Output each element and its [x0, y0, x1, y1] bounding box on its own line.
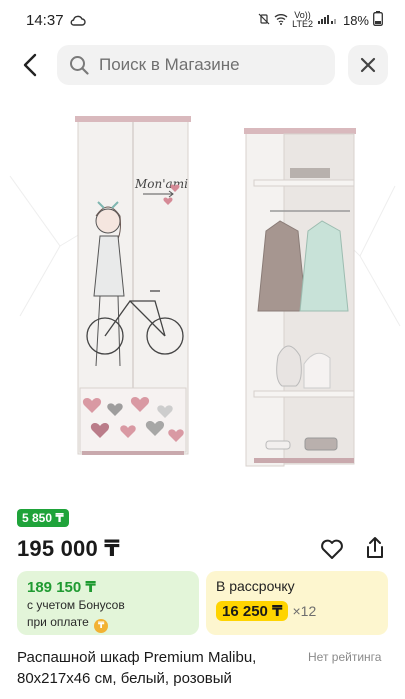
coin-icon: ₸: [94, 618, 109, 633]
wardrobe-closed: Mon'ami: [75, 116, 191, 455]
installment-title: В рассрочку: [216, 578, 295, 594]
product-title-line1: Распашной шкаф Premium Malibu,: [17, 649, 257, 666]
product-price: 195 000 ₸: [17, 536, 120, 561]
installment-row: 16 250 ₸ ×12: [216, 601, 378, 621]
signal-icon: [317, 13, 337, 28]
product-title-line2: 80x217x46 см, белый, розовый: [17, 670, 232, 687]
share-button[interactable]: [361, 533, 389, 563]
bonus-price: 189 150 ₸: [27, 579, 96, 596]
status-icons: Vo)) LTE2 18%: [258, 11, 383, 29]
rating-text[interactable]: Нет рейтинга: [308, 650, 381, 664]
network-label: Vo)) LTE2: [292, 11, 313, 29]
bonus-note-line2: при оплате: [27, 615, 89, 629]
close-button[interactable]: [348, 45, 388, 85]
installment-card[interactable]: В рассрочку 16 250 ₸ ×12: [206, 571, 388, 635]
bonus-price-card[interactable]: 189 150 ₸ с учетом Бонусов при оплате ₸: [17, 571, 199, 635]
status-bar: 14:37 Vo)) LTE2 18%: [0, 0, 405, 40]
bonus-badge: 5 850 ₸: [17, 509, 69, 527]
installment-amount: 16 250 ₸: [216, 601, 289, 621]
bonus-note-line1: с учетом Бонусов: [27, 598, 125, 612]
decor-text: Mon'ami: [134, 177, 188, 191]
product-title: Распашной шкаф Premium Malibu, 80x217x46…: [17, 647, 297, 689]
back-button[interactable]: [14, 49, 46, 81]
chevron-left-icon: [23, 53, 37, 77]
product-image[interactable]: Mon'ami: [0, 96, 405, 496]
search-input[interactable]: Поиск в Магазине: [57, 45, 335, 85]
close-icon: [360, 57, 376, 73]
wardrobe-open: [244, 128, 356, 467]
network-bottom: LTE2: [292, 19, 313, 29]
heart-icon: [321, 539, 343, 559]
favorite-button[interactable]: [318, 535, 346, 563]
installment-multiplier: ×12: [292, 603, 317, 619]
cloud-icon: [70, 14, 86, 26]
search-header: Поиск в Магазине: [0, 42, 405, 88]
status-time: 14:37: [26, 11, 64, 29]
search-icon: [70, 56, 89, 75]
battery-text: 18%: [342, 12, 369, 28]
search-placeholder: Поиск в Магазине: [99, 55, 240, 74]
bonus-note-line2-wrap: при оплате ₸: [27, 615, 189, 633]
wifi-icon: [274, 13, 288, 28]
mute-icon: [258, 13, 270, 28]
battery-icon: [373, 11, 383, 29]
share-icon: [367, 537, 383, 558]
